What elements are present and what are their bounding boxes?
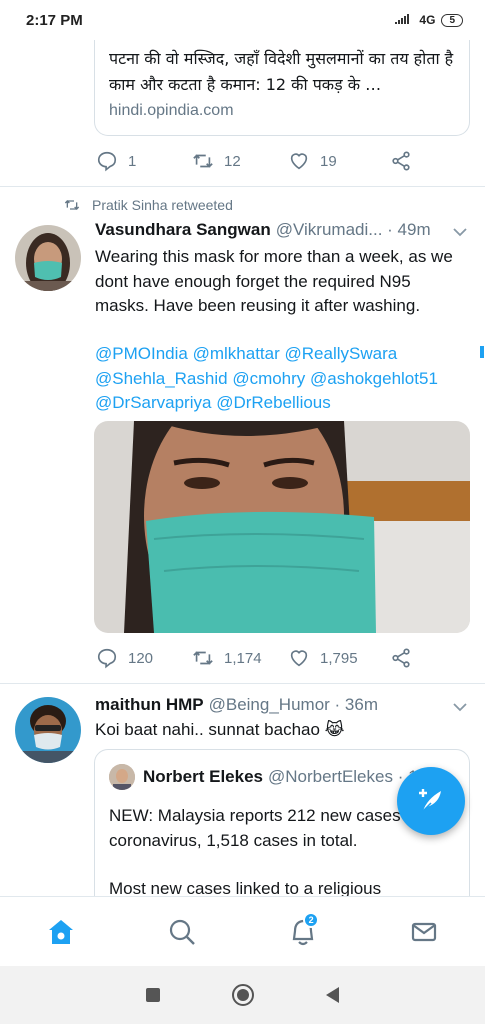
display-name[interactable]: Vasundhara Sangwan — [95, 220, 271, 240]
retweet-icon — [64, 200, 80, 210]
like-count: 1,795 — [320, 649, 358, 667]
mention-link[interactable]: @cmohry — [232, 369, 305, 388]
home-button[interactable] — [232, 984, 254, 1006]
link-card[interactable]: पटना की वो मस्जिद, जहाँ विदेशी मुसलमानों… — [94, 40, 470, 136]
tweet-divider — [0, 683, 485, 684]
reply-count: 1 — [128, 152, 137, 170]
mention-link[interactable]: @DrRebellious — [216, 393, 331, 412]
recents-button[interactable] — [146, 988, 160, 1002]
timeline[interactable]: पटना की वो मस्जिद, जहाँ विदेशी मुसलमानों… — [0, 40, 485, 896]
like-button[interactable]: 19 — [288, 150, 390, 172]
home-icon — [48, 919, 73, 944]
mention-link[interactable]: @PMOIndia — [95, 344, 188, 363]
search-icon — [169, 919, 195, 945]
quoted-tweet-text: Most new cases linked to a religious — [109, 879, 382, 896]
handle-time: @Vikrumadi... · 49m — [275, 220, 431, 239]
share-button[interactable] — [390, 150, 412, 172]
tab-notifications[interactable]: 2 — [283, 911, 323, 952]
avatar — [109, 764, 135, 790]
scroll-indicator[interactable] — [480, 346, 484, 358]
status-bar: 2:17 PM 4G 5 — [0, 0, 485, 40]
signal-bars-icon — [395, 14, 410, 24]
tweet-actions: 120 1,174 1,795 — [96, 647, 412, 669]
avatar-image — [15, 697, 81, 763]
tweet-divider — [0, 186, 485, 187]
share-button[interactable] — [390, 647, 412, 669]
quoted-display-name: Norbert Elekes — [143, 767, 263, 786]
back-button[interactable] — [326, 987, 339, 1003]
retweet-count: 1,174 — [224, 649, 262, 667]
share-icon — [392, 151, 410, 171]
mention-link[interactable]: @DrSarvapriya — [95, 393, 211, 412]
avatar[interactable] — [15, 697, 81, 763]
retweet-icon — [193, 154, 213, 168]
tweet-header: Vasundhara Sangwan @Vikrumadi... · 49m — [95, 220, 431, 240]
tweet-mentions: @PMOIndia @mlkhattar @ReallySwara @Shehl… — [95, 342, 470, 416]
avatar-image — [15, 225, 81, 291]
reply-button[interactable]: 120 — [96, 647, 192, 669]
retweet-context[interactable]: Pratik Sinha retweeted — [64, 197, 233, 213]
tweet-text: Wearing this mask for more than a week, … — [95, 247, 453, 315]
heart-icon — [290, 153, 308, 170]
tweet-header: maithun HMP @Being_Humor · 36m — [95, 695, 378, 715]
reply-icon — [97, 648, 117, 669]
compose-feather-icon — [419, 789, 441, 812]
retweet-icon — [193, 651, 213, 665]
share-icon — [392, 648, 410, 668]
network-type: 4G — [419, 13, 436, 27]
tab-home[interactable] — [41, 912, 81, 952]
reply-count: 120 — [128, 649, 154, 667]
link-card-title: पटना की वो मस्जिद, जहाँ विदेशी मुसलमानों… — [109, 49, 454, 94]
bottom-tab-bar: 2 — [0, 896, 485, 966]
reply-button[interactable]: 1 — [96, 150, 192, 172]
link-card-domain: hindi.opindia.com — [109, 102, 234, 119]
mention-link[interactable]: @Shehla_Rashid — [95, 369, 228, 388]
tweet-text: Koi baat nahi.. sunnat bachao 😹 — [95, 720, 345, 739]
battery-indicator: 5 — [441, 13, 463, 27]
tweet-actions: 1 12 19 — [96, 150, 412, 172]
handle-time: @Being_Humor · 36m — [208, 695, 378, 714]
like-count: 19 — [320, 152, 337, 170]
mention-link[interactable]: @ashokgehlot51 — [310, 369, 438, 388]
like-button[interactable]: 1,795 — [288, 647, 390, 669]
status-time: 2:17 PM — [26, 11, 83, 29]
chevron-down-icon[interactable] — [452, 227, 468, 237]
mail-icon — [412, 922, 437, 941]
retweet-count: 12 — [224, 152, 241, 170]
retweeted-by: Pratik Sinha retweeted — [92, 197, 233, 213]
system-navigation-bar — [0, 966, 485, 1024]
tab-search[interactable] — [162, 912, 202, 952]
reply-icon — [97, 151, 117, 172]
compose-tweet-button[interactable] — [397, 767, 465, 835]
tab-messages[interactable] — [404, 912, 444, 952]
chevron-down-icon[interactable] — [452, 702, 468, 712]
notification-badge: 2 — [303, 911, 320, 928]
display-name[interactable]: maithun HMP — [95, 695, 204, 715]
mention-link[interactable]: @ReallySwara — [285, 344, 398, 363]
heart-icon — [290, 650, 308, 667]
retweet-button[interactable]: 12 — [192, 150, 288, 172]
photo-image — [94, 421, 470, 633]
avatar[interactable] — [15, 225, 81, 291]
tweet-photo[interactable] — [94, 421, 470, 633]
mention-link[interactable]: @mlkhattar — [193, 344, 280, 363]
retweet-button[interactable]: 1,174 — [192, 647, 288, 669]
